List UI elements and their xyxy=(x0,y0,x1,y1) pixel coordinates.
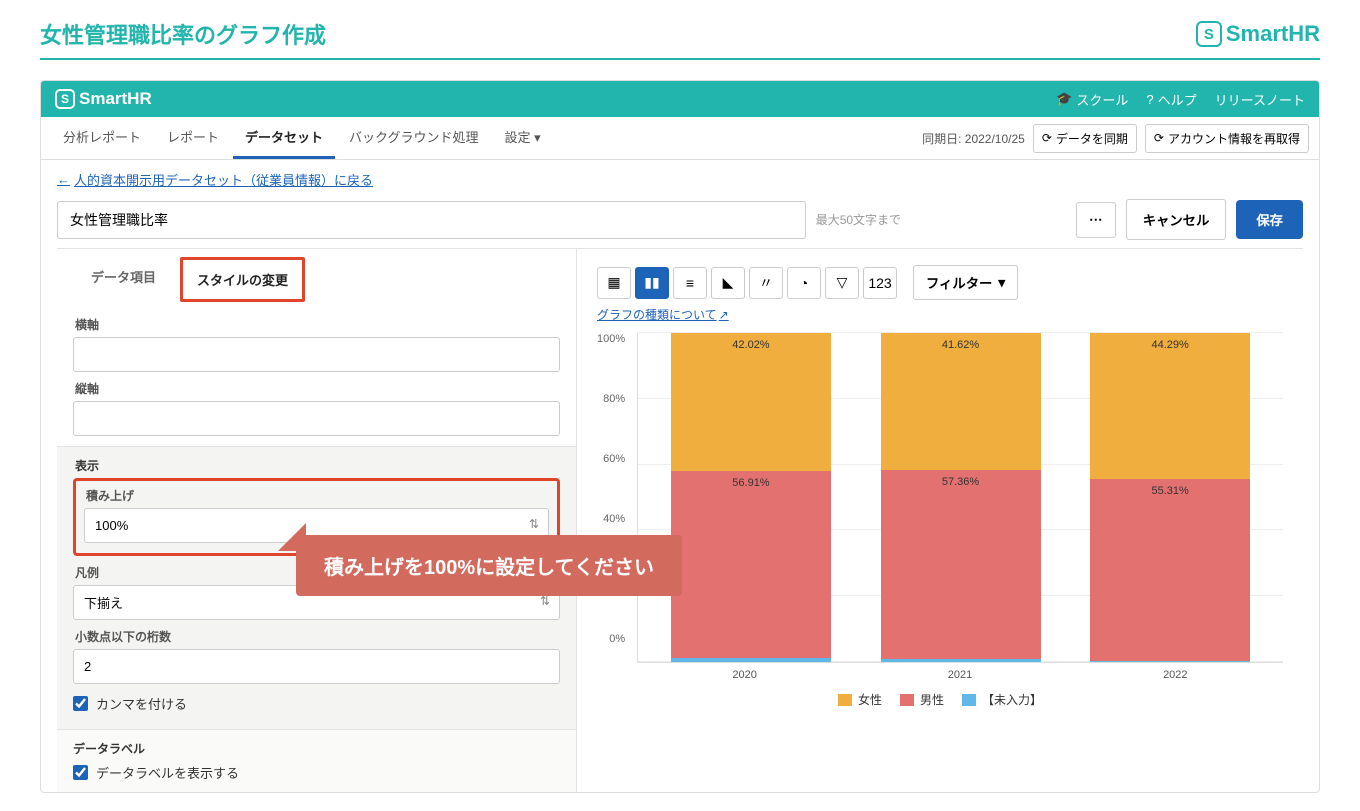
legend: 女性 男性 【未入力】 xyxy=(597,691,1283,708)
chart-type-pie[interactable]: ◔ xyxy=(787,267,821,299)
tab-report[interactable]: レポート xyxy=(155,117,231,159)
hbar-chart-icon: ≡ xyxy=(686,275,694,291)
tab-settings[interactable]: 設定 ▾ xyxy=(493,117,553,159)
more-button[interactable]: ⋯ xyxy=(1076,202,1116,238)
save-button[interactable]: 保存 xyxy=(1236,200,1303,239)
number-icon: 123 xyxy=(868,275,891,291)
plot-area: 42.02%56.91% 41.62%57.36% 44.29%55.31% xyxy=(637,333,1283,663)
chart-title-input[interactable] xyxy=(57,201,806,239)
chart-type-number[interactable]: 123 xyxy=(863,267,897,299)
tab-dataset[interactable]: データセット xyxy=(233,117,335,159)
subtab-data-items[interactable]: データ項目 xyxy=(77,257,170,302)
stacking-label: 積み上げ xyxy=(86,487,549,504)
refresh-icon: ⟳ xyxy=(1042,131,1052,145)
display-heading: 表示 xyxy=(75,457,560,474)
page-title: 女性管理職比率のグラフ作成 xyxy=(40,18,326,50)
chart-type-table[interactable]: ▦ xyxy=(597,267,631,299)
pie-chart-icon: ◔ xyxy=(800,275,808,291)
chevron-down-icon: ▾ xyxy=(534,130,541,145)
chart-type-area[interactable]: ◣ xyxy=(711,267,745,299)
instruction-callout: 積み上げを100%に設定してください xyxy=(296,535,682,596)
legend-item: 女性 xyxy=(838,691,882,708)
chart-type-hbar[interactable]: ≡ xyxy=(673,267,707,299)
brand-icon: S xyxy=(1196,21,1222,47)
external-link-icon: ↗ xyxy=(719,308,729,322)
legend-item: 【未入力】 xyxy=(962,691,1042,708)
school-link[interactable]: 🎓スクール xyxy=(1056,90,1128,109)
yaxis-label: 縦軸 xyxy=(75,380,560,397)
refresh-icon: ⟳ xyxy=(1154,131,1164,145)
chart-type-help-link[interactable]: グラフの種類について↗ xyxy=(597,306,729,323)
y-axis: 100%80%60%40%20%0% xyxy=(597,333,629,663)
subtab-style[interactable]: スタイルの変更 xyxy=(180,257,305,302)
left-pane: データ項目 スタイルの変更 横軸 縦軸 表示 積み上げ xyxy=(57,249,577,792)
chart-type-funnel[interactable]: ▽ xyxy=(825,267,859,299)
topbar: S SmartHR 🎓スクール ?ヘルプ リリースノート xyxy=(41,81,1319,117)
bar-2021: 41.62%57.36% xyxy=(881,333,1041,662)
sync-date-label: 同期日: 2022/10/25 xyxy=(922,130,1025,147)
bar-2020: 42.02%56.91% xyxy=(671,333,831,662)
sync-data-button[interactable]: ⟳データを同期 xyxy=(1033,124,1137,153)
show-datalabel-checkbox[interactable] xyxy=(73,765,88,780)
refresh-account-button[interactable]: ⟳アカウント情報を再取得 xyxy=(1145,124,1309,153)
cancel-button[interactable]: キャンセル xyxy=(1126,199,1227,240)
chart: 100%80%60%40%20%0% 42.02%56.91% 41.62%57.… xyxy=(597,333,1283,708)
brand-logo: S SmartHR xyxy=(1196,21,1320,47)
bar-2022: 44.29%55.31% xyxy=(1090,333,1250,662)
back-link[interactable]: ←人的資本開示用データセット（従業員情報）に戻る xyxy=(57,170,373,189)
area-chart-icon: ◣ xyxy=(723,274,734,291)
bar-chart-icon: ▮▮ xyxy=(644,274,659,291)
funnel-chart-icon: ▽ xyxy=(837,274,848,291)
brand-icon-small: S xyxy=(55,89,75,109)
yaxis-input[interactable] xyxy=(73,401,560,436)
title-hint: 最大50文字まで xyxy=(816,211,1066,228)
decimal-input[interactable] xyxy=(73,649,560,684)
stacking-highlight: 積み上げ 積み上げを100%に設定してください xyxy=(73,478,560,556)
comma-label: カンマを付ける xyxy=(96,694,187,713)
arrow-left-icon: ← xyxy=(57,172,70,187)
right-pane: ▦ ▮▮ ≡ ◣ 〃 ◔ ▽ 123 フィルター▾ グラフの種類について↗ 10… xyxy=(577,249,1303,792)
graduation-icon: 🎓 xyxy=(1056,91,1072,107)
show-datalabel-label: データラベルを表示する xyxy=(96,763,239,782)
chart-type-bar[interactable]: ▮▮ xyxy=(635,267,669,299)
filter-icon: ▾ xyxy=(998,275,1005,291)
xaxis-label: 横軸 xyxy=(75,316,560,333)
legend-item: 男性 xyxy=(900,691,944,708)
release-notes-link[interactable]: リリースノート xyxy=(1215,90,1305,109)
tab-background[interactable]: バックグラウンド処理 xyxy=(337,117,490,159)
datalabel-heading: データラベル xyxy=(73,740,560,757)
xaxis-input[interactable] xyxy=(73,337,560,372)
line-chart-icon: 〃 xyxy=(759,273,773,293)
nav-row: 分析レポート レポート データセット バックグラウンド処理 設定 ▾ 同期日: … xyxy=(41,117,1319,160)
help-link[interactable]: ?ヘルプ xyxy=(1146,90,1196,109)
comma-checkbox[interactable] xyxy=(73,696,88,711)
table-icon: ▦ xyxy=(607,274,620,291)
tab-analysis-report[interactable]: 分析レポート xyxy=(51,117,153,159)
app-window: S SmartHR 🎓スクール ?ヘルプ リリースノート 分析レポート レポート… xyxy=(40,80,1320,793)
help-icon: ? xyxy=(1146,92,1153,107)
x-axis: 202020212022 xyxy=(597,669,1283,681)
filter-button[interactable]: フィルター▾ xyxy=(913,265,1018,300)
decimal-label: 小数点以下の桁数 xyxy=(75,628,560,645)
chart-type-line[interactable]: 〃 xyxy=(749,267,783,299)
app-brand[interactable]: S SmartHR xyxy=(55,89,152,109)
